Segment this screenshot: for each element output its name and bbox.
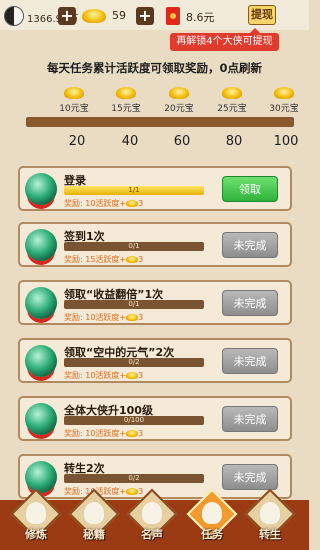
gold-ingot-icon (274, 87, 294, 99)
gold-ingot-icon (126, 314, 139, 321)
activity-progress-track (26, 117, 294, 127)
task-progress-text: 0/1 (128, 242, 140, 250)
jade-orb-icon (25, 403, 57, 435)
milestone-points: 20 (68, 134, 86, 149)
nav-train[interactable]: 修炼 (10, 488, 62, 548)
milestone-reward: 30元宝 (269, 104, 299, 114)
jade-orb-icon (25, 287, 57, 319)
task-row: 签到1次 0/1 奖励: 15活跃度+ 3 未完成 (18, 222, 292, 267)
gold-ingot-icon (222, 87, 242, 99)
milestone-reward: 25元宝 (217, 104, 247, 114)
gold-ingot-icon (82, 9, 106, 23)
task-progress-text: 0/2 (128, 474, 140, 482)
reward-text: 奖励: 10活跃度+ (64, 429, 127, 438)
banner-icon (142, 502, 162, 524)
incomplete-button[interactable]: 未完成 (222, 464, 278, 490)
task-progress-text: 0/100 (123, 416, 145, 424)
task-progress-text: 0/2 (128, 358, 140, 366)
gold-ingot-icon (64, 87, 84, 99)
milestone-2[interactable]: 15元宝 (106, 87, 146, 114)
cash-amount: 8.6元 (186, 11, 215, 24)
task-progress-text: 1/1 (128, 186, 140, 194)
task-reward: 奖励: 10活跃度+ 3 (64, 198, 143, 209)
nav-label: 任务 (201, 528, 223, 541)
task-reward: 奖励: 10活跃度+ 3 (64, 312, 143, 323)
nav-label: 名声 (141, 528, 163, 541)
task-row: 领取“空中的元气”2次 0/2 奖励: 10活跃度+ 3 未完成 (18, 338, 292, 383)
yinyang-icon (4, 6, 24, 26)
milestone-1[interactable]: 10元宝 (54, 87, 94, 114)
scroll-icon (84, 502, 104, 524)
reward-text: 奖励: 10活跃度+ (64, 199, 127, 208)
gold-ingot-icon (126, 430, 139, 437)
incomplete-button[interactable]: 未完成 (222, 348, 278, 374)
red-packet-icon (166, 7, 180, 25)
milestone-3[interactable]: 20元宝 (159, 87, 199, 114)
activity-headline: 每天任务累计活跃度可领取奖励，0点刷新 (47, 61, 262, 75)
task-reward: 奖励: 10活跃度+ 3 (64, 370, 143, 381)
milestone-reward: 15元宝 (111, 104, 141, 114)
reward-gold: 3 (138, 429, 144, 438)
milestone-points: 100 (273, 134, 299, 149)
nav-fame[interactable]: 名声 (126, 488, 178, 548)
milestone-points: 80 (225, 134, 243, 149)
gold-ingot-icon (126, 256, 139, 263)
withdraw-button[interactable]: 提现 (248, 5, 276, 25)
nav-tasks[interactable]: 任务 (186, 488, 238, 548)
reward-text: 奖励: 15活跃度+ (64, 255, 127, 264)
nav-label: 秘籍 (83, 528, 105, 541)
jade-orb-icon (25, 229, 57, 261)
incomplete-button[interactable]: 未完成 (222, 290, 278, 316)
withdraw-tip: 再解锁4个大侠可提现 (170, 28, 279, 51)
milestone-4[interactable]: 25元宝 (212, 87, 252, 114)
reward-gold: 3 (138, 371, 144, 380)
nav-rebirth[interactable]: 转生 (244, 488, 296, 548)
bottom-nav: 修炼 秘籍 名声 任务 转生 (0, 488, 309, 550)
martial-artist-icon (26, 502, 46, 524)
gold-ingot-icon (126, 200, 139, 207)
nav-label: 转生 (259, 528, 281, 541)
jade-orb-icon (25, 461, 57, 493)
nav-manual[interactable]: 秘籍 (68, 488, 120, 548)
claim-button[interactable]: 领取 (222, 176, 278, 202)
gold-ingot-icon (169, 87, 189, 99)
jade-orb-icon (25, 173, 57, 205)
task-row: 全体大侠升100级 0/100 奖励: 10活跃度+ 3 未完成 (18, 396, 292, 441)
add-gold-button[interactable]: + (136, 7, 154, 25)
task-reward: 奖励: 10活跃度+ 3 (64, 428, 143, 439)
reward-gold: 3 (138, 313, 144, 322)
task-row: 登录 1/1 奖励: 10活跃度+ 3 领取 (18, 166, 292, 211)
milestone-reward: 10元宝 (59, 104, 89, 114)
task-reward: 奖励: 15活跃度+ 3 (64, 254, 143, 265)
task-row: 领取“收益翻倍”1次 0/1 奖励: 10活跃度+ 3 未完成 (18, 280, 292, 325)
rebirth-icon (260, 502, 280, 524)
task-progress-text: 0/1 (128, 300, 140, 308)
gold-ingot-icon (116, 87, 136, 99)
milestone-reward: 20元宝 (164, 104, 194, 114)
reward-text: 奖励: 10活跃度+ (64, 313, 127, 322)
task-list-icon (202, 502, 222, 524)
top-bar: 1366.94万 + 59 + 8.6元 提现 (0, 0, 309, 30)
reward-text: 奖励: 10活跃度+ (64, 371, 127, 380)
add-coins-button[interactable]: + (58, 7, 76, 25)
milestone-points: 60 (173, 134, 191, 149)
gold-ingot-icon (126, 372, 139, 379)
reward-gold: 3 (138, 255, 144, 264)
nav-label: 修炼 (25, 528, 47, 541)
gold-count: 59 (112, 9, 126, 22)
jade-orb-icon (25, 345, 57, 377)
milestone-points: 40 (121, 134, 139, 149)
reward-gold: 3 (138, 199, 144, 208)
incomplete-button[interactable]: 未完成 (222, 406, 278, 432)
incomplete-button[interactable]: 未完成 (222, 232, 278, 258)
milestone-5[interactable]: 30元宝 (264, 87, 304, 114)
